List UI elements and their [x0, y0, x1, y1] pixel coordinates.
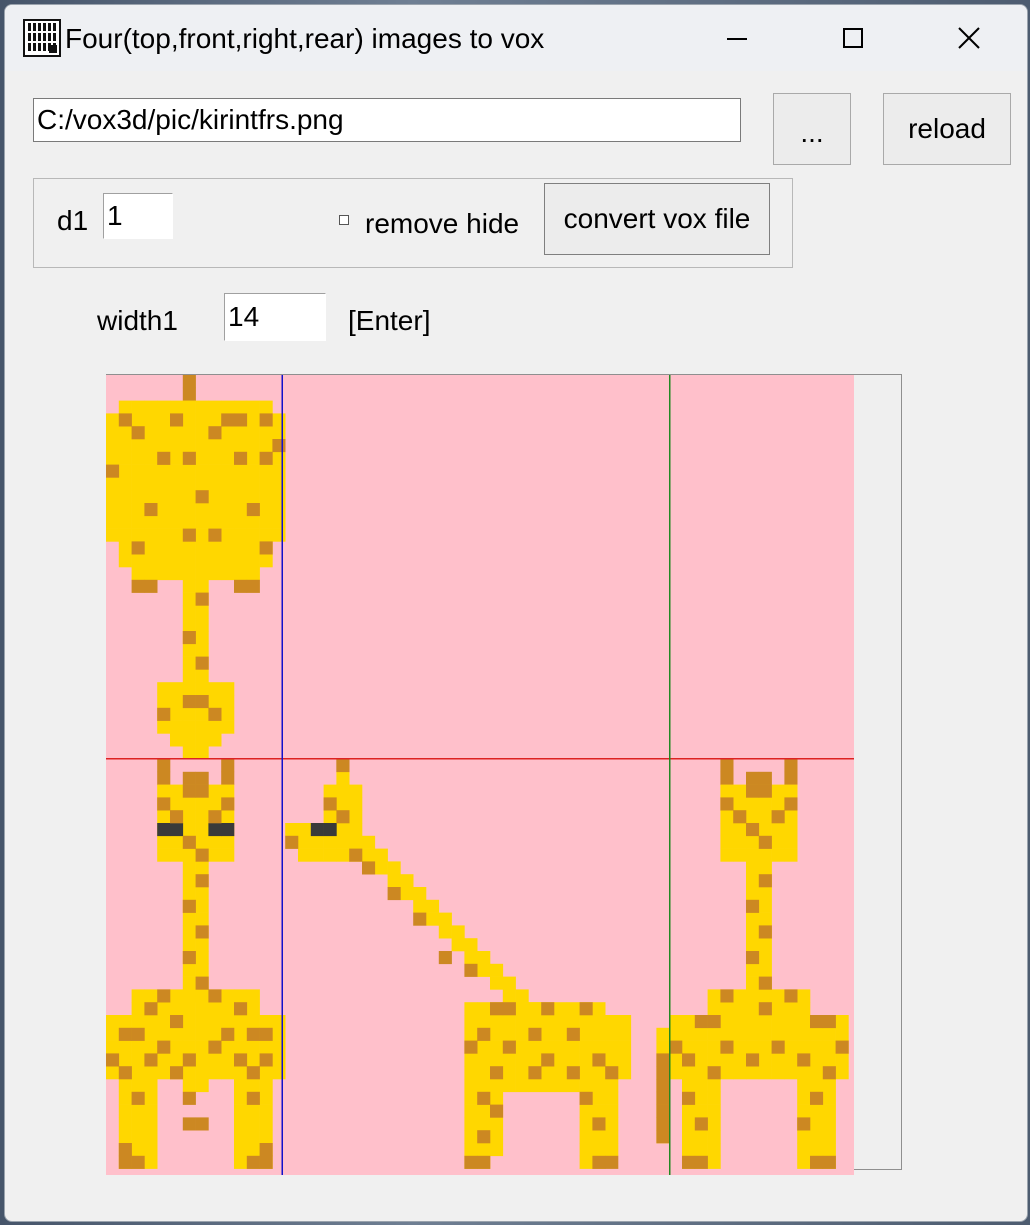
- remove-hide-label: remove hide: [365, 208, 520, 239]
- minimize-icon: [727, 38, 747, 40]
- width-label: width1: [97, 305, 178, 336]
- red-divider-line: [106, 758, 854, 760]
- d1-field[interactable]: [103, 193, 173, 239]
- window-title: Four(top,front,right,rear) images to vox: [65, 23, 545, 54]
- width-field[interactable]: [224, 293, 326, 341]
- close-button[interactable]: [939, 19, 999, 59]
- app-icon: [23, 19, 61, 57]
- remove-hide-checkbox[interactable]: [339, 215, 349, 225]
- image-preview[interactable]: [106, 375, 854, 1175]
- enter-hint: [Enter]: [348, 305, 431, 336]
- file-path-input[interactable]: [33, 98, 741, 142]
- convert-vox-button[interactable]: convert vox file: [544, 183, 770, 255]
- minimize-button[interactable]: [707, 19, 767, 59]
- maximize-button[interactable]: [823, 19, 883, 59]
- close-icon: [958, 27, 980, 49]
- d1-label: d1: [57, 205, 89, 236]
- title-bar: Four(top,front,right,rear) images to vox: [5, 5, 1027, 71]
- app-window: Four(top,front,right,rear) images to vox…: [4, 4, 1028, 1222]
- green-divider-line: [669, 375, 671, 1175]
- blue-divider-line: [281, 375, 283, 1175]
- maximize-icon: [843, 28, 863, 48]
- reload-button[interactable]: reload: [883, 93, 1011, 165]
- browse-button[interactable]: ...: [773, 93, 851, 165]
